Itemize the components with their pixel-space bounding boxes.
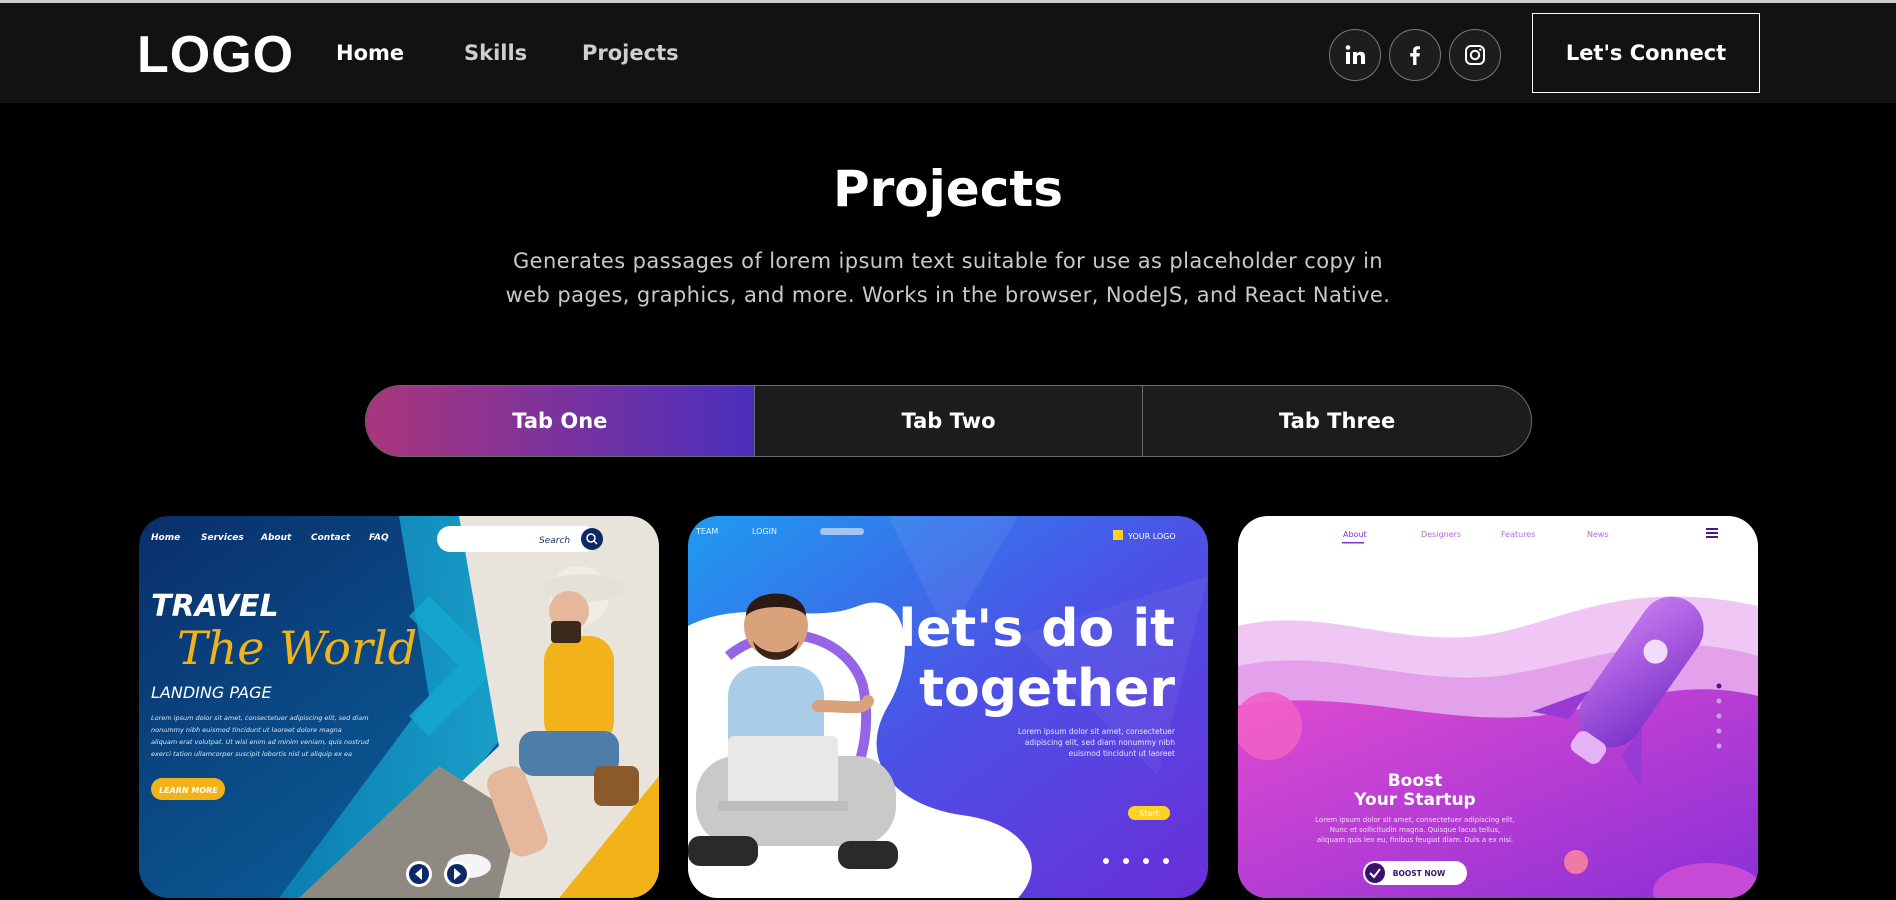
together-phone-icon	[1143, 858, 1149, 864]
startup-check-icon	[1365, 863, 1385, 883]
project-card-startup[interactable]: About Designers Features News Boost Your…	[1238, 516, 1758, 898]
together-nav-login: LOGIN	[752, 527, 777, 536]
travel-script-title: The World	[177, 621, 417, 675]
travel-landing-preview: Home Services About Contact FAQ Search T…	[139, 516, 659, 898]
startup-body-line-2: Nunc et sollicitudin magna. Quisque lacu…	[1330, 826, 1501, 834]
together-web-icon	[1163, 858, 1169, 864]
instagram-icon	[1465, 45, 1485, 65]
startup-landing-preview: About Designers Features News Boost Your…	[1238, 516, 1758, 898]
startup-boost-label: BOOST NOW	[1393, 869, 1446, 878]
travel-search-placeholder: Search	[539, 536, 570, 546]
startup-body-line-1: Lorem ipsum dolor sit amet, consectetuer…	[1315, 816, 1515, 824]
travel-body-line-2: nonummy nibh euismod tincidunt ut laoree…	[151, 726, 342, 734]
together-body-line-3: euismod tincidunt ut laoreet	[1069, 749, 1175, 758]
together-body-line-1: Lorem ipsum dolor sit amet, consectetuer	[1018, 727, 1176, 736]
lets-connect-button[interactable]: Let's Connect	[1532, 13, 1760, 93]
together-landing-preview: TEAM LOGIN YOUR LOGO let's do it togethe…	[688, 516, 1208, 898]
together-body-line-2: adipiscing elit, sed diam nonummy nibh	[1025, 738, 1175, 747]
nav-link-projects[interactable]: Projects	[582, 41, 679, 65]
startup-nav-news: News	[1587, 530, 1609, 539]
travel-nav-faq: FAQ	[369, 533, 389, 543]
travel-search-icon	[581, 528, 603, 550]
startup-page-dot-4	[1716, 728, 1722, 734]
project-card-travel[interactable]: Home Services About Contact FAQ Search T…	[139, 516, 659, 898]
startup-page-dot-2	[1716, 698, 1722, 704]
startup-menu-icon	[1706, 528, 1718, 538]
section-description: Generates passages of lorem ipsum text s…	[505, 249, 1391, 307]
together-nav-team: TEAM	[695, 527, 718, 536]
together-start-label: Start	[1139, 809, 1159, 818]
tab-two[interactable]: Tab Two	[753, 386, 1143, 456]
travel-body-line-3: aliquam erat volutpat. Ut wisi enim ad m…	[151, 738, 370, 746]
travel-body-line-4: exerci tation ullamcorper suscipit lobor…	[151, 750, 352, 758]
startup-nav-designers: Designers	[1421, 530, 1461, 539]
travel-search-field	[437, 526, 597, 552]
startup-page-dot-3	[1716, 713, 1722, 719]
startup-headline-1: Boost	[1388, 771, 1443, 791]
facebook-icon	[1410, 46, 1420, 65]
section-title: Projects	[832, 160, 1063, 218]
tab-one[interactable]: Tab One	[366, 386, 754, 456]
logo[interactable]: LOGO	[137, 25, 294, 85]
travel-subtitle: LANDING PAGE	[151, 683, 273, 702]
together-brand: YOUR LOGO	[1127, 532, 1176, 541]
linkedin-button[interactable]	[1329, 29, 1381, 81]
startup-page-dot-1	[1716, 683, 1722, 689]
travel-nav-home: Home	[151, 533, 180, 543]
travel-nav-about: About	[260, 533, 292, 543]
together-mail-icon	[1123, 858, 1129, 864]
travel-headline: TRAVEL	[151, 589, 279, 624]
startup-nav-features: Features	[1501, 530, 1535, 539]
together-headline-1: let's do it	[898, 599, 1175, 659]
facebook-button[interactable]	[1389, 29, 1441, 81]
startup-body-line-3: aliquam quis leo eu, finibus feugiat dia…	[1317, 836, 1513, 844]
startup-page-dot-5	[1716, 743, 1722, 749]
nav-link-skills[interactable]: Skills	[464, 41, 527, 65]
project-card-together[interactable]: TEAM LOGIN YOUR LOGO let's do it togethe…	[688, 516, 1208, 898]
nav-link-home[interactable]: Home	[336, 41, 404, 65]
together-headline-2: together	[919, 659, 1175, 719]
travel-nav-services: Services	[201, 533, 244, 543]
travel-body-line-1: Lorem ipsum dolor sit amet, consectetuer…	[151, 714, 369, 722]
tab-three[interactable]: Tab Three	[1142, 386, 1531, 456]
startup-headline-2: Your Startup	[1353, 790, 1475, 810]
travel-learn-more-label: LEARN MORE	[159, 786, 218, 795]
linkedin-icon	[1345, 45, 1365, 64]
project-tabs: Tab One Tab Two Tab Three	[365, 385, 1532, 457]
together-location-icon	[1103, 858, 1109, 864]
together-brand-icon	[1113, 530, 1123, 540]
instagram-button[interactable]	[1449, 29, 1501, 81]
navbar: LOGO Home Skills Projects Let's Connect	[0, 3, 1896, 103]
startup-nav-about: About	[1343, 530, 1367, 539]
travel-nav-contact: Contact	[311, 533, 351, 543]
